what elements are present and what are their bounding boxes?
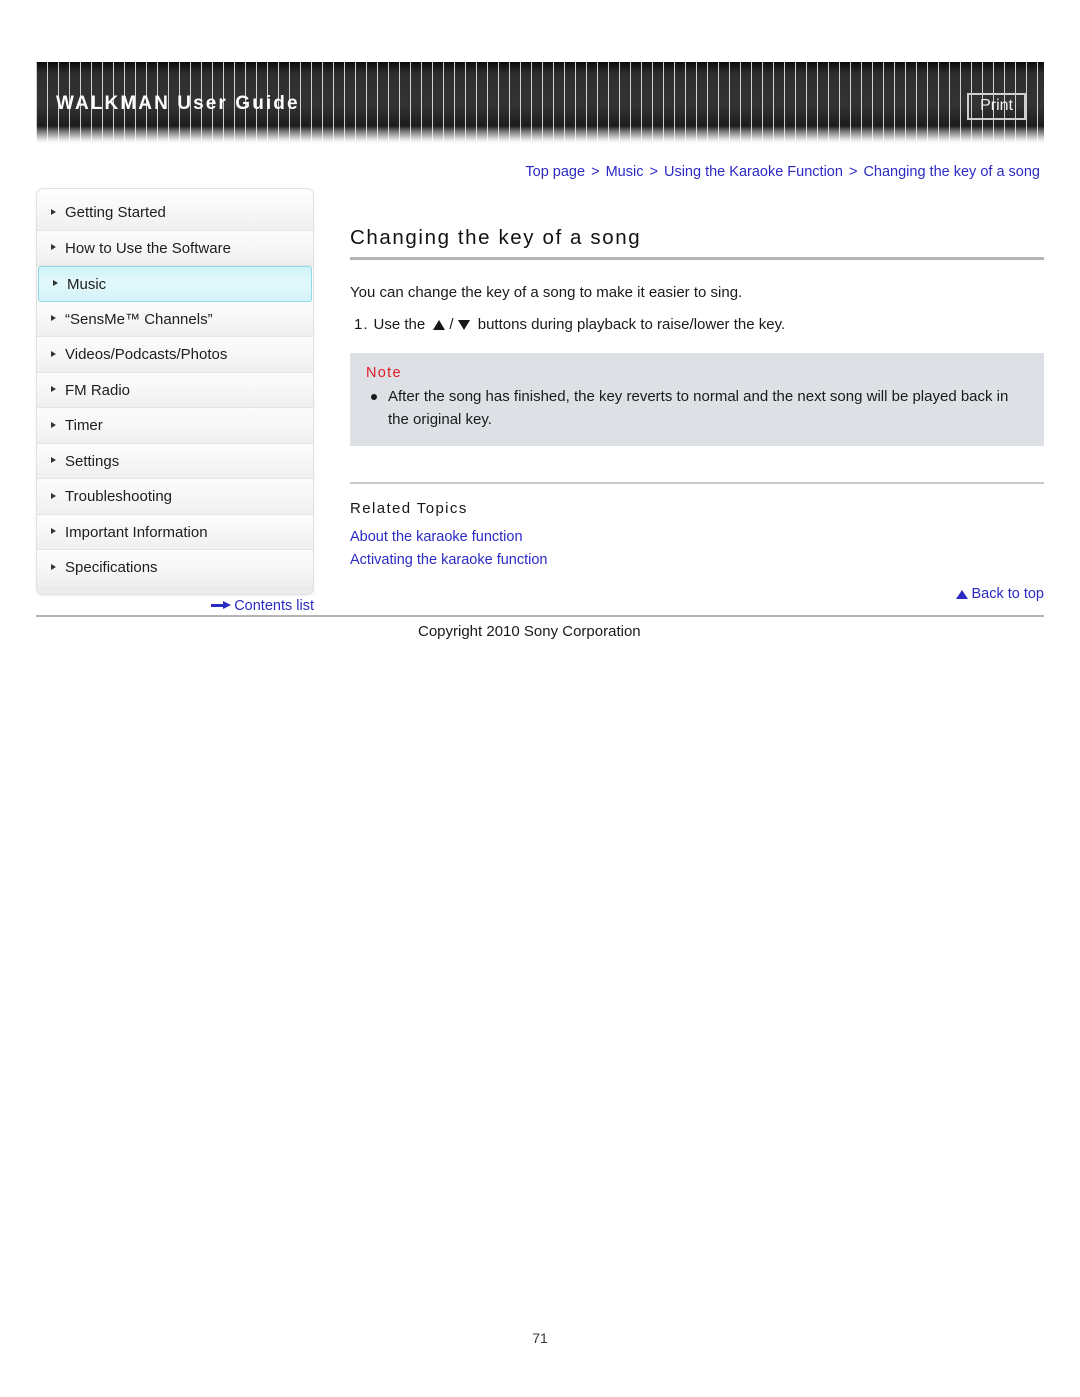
contents-list-label: Contents list — [234, 598, 314, 614]
triangle-right-icon — [51, 564, 56, 571]
triangle-right-icon — [51, 457, 56, 464]
related-link-about-karaoke[interactable]: About the karaoke function — [350, 529, 523, 545]
triangle-right-icon — [51, 528, 56, 535]
sidebar-item-specifications[interactable]: Specifications — [37, 550, 313, 586]
sidebar-item-label: FM Radio — [65, 381, 131, 399]
sidebar-item-label: Troubleshooting — [65, 488, 173, 505]
triangle-right-icon — [51, 350, 56, 357]
triangle-right-icon — [51, 244, 56, 251]
sidebar-item-fm-radio[interactable]: FM Radio — [37, 372, 313, 408]
sidebar-item-label: How to Use the Software — [65, 239, 231, 257]
title-divider — [350, 257, 1044, 260]
sidebar-item-label: Getting Started — [65, 204, 166, 221]
sidebar-item-label: Music — [67, 276, 107, 293]
breadcrumb-item-music[interactable]: Music — [606, 164, 644, 180]
breadcrumb-item-karaoke-function[interactable]: Using the Karaoke Function — [664, 164, 843, 180]
back-to-top-label: Back to top — [971, 586, 1044, 602]
sidebar-item-videos-podcasts-photos[interactable]: Videos/Podcasts/Photos — [37, 337, 313, 373]
sidebar-item-label: Specifications — [65, 559, 158, 576]
breadcrumb-separator: > — [848, 164, 858, 180]
step-text-before: Use the — [373, 316, 426, 333]
sidebar-item-label: Timer — [65, 417, 103, 434]
button-up-icon — [433, 320, 446, 330]
note-box: Note After the song has finished, the ke… — [350, 353, 1044, 446]
copyright-text: Copyright 2010 Sony Corporation — [418, 623, 641, 640]
triangle-right-icon — [53, 280, 58, 287]
related-link-activating-karaoke[interactable]: Activating the karaoke function — [350, 552, 547, 568]
breadcrumb-separator: > — [649, 164, 658, 180]
sidebar-nav: Getting Started How to Use the Software … — [36, 188, 314, 595]
triangle-up-icon — [956, 590, 969, 599]
contents-list-link[interactable]: Contents list — [36, 598, 314, 614]
note-item-text: After the song has finished, the key rev… — [388, 388, 1009, 428]
sidebar-item-sensme-channels[interactable]: “SensMe™ Channels” — [37, 301, 313, 337]
footer-divider — [36, 615, 1044, 617]
breadcrumb-item-current: Changing the key of a song — [863, 164, 1040, 180]
page-number: 71 — [532, 1330, 548, 1346]
sidebar-item-label: “SensMe™ Channels” — [65, 310, 213, 328]
page-title: Changing the key of a song — [350, 226, 642, 249]
sidebar-item-settings[interactable]: Settings — [37, 443, 313, 479]
triangle-right-icon — [51, 386, 56, 393]
note-list-item: After the song has finished, the key rev… — [366, 386, 1028, 431]
step-number: 1. — [354, 316, 369, 333]
arrow-right-icon — [211, 601, 232, 610]
breadcrumb-separator: > — [591, 164, 600, 180]
breadcrumb: Top page > Music > Using the Karaoke Fun… — [525, 164, 1040, 180]
sidebar-item-label: Important Information — [65, 523, 208, 541]
related-topics-heading: Related Topics — [350, 500, 468, 517]
app-title: WALKMAN User Guide — [56, 93, 300, 114]
header-banner: WALKMAN User Guide Print — [36, 62, 1044, 146]
triangle-right-icon — [51, 421, 56, 428]
sidebar-item-important-information[interactable]: Important Information — [37, 514, 313, 550]
triangle-right-icon — [51, 208, 56, 215]
bullet-dot-icon — [371, 394, 377, 400]
sidebar-item-how-to-use-the-software[interactable]: How to Use the Software — [37, 230, 313, 266]
sidebar-item-label: Settings — [65, 452, 120, 470]
sidebar-item-label: Videos/Podcasts/Photos — [65, 346, 228, 363]
sidebar-item-music[interactable]: Music — [38, 266, 312, 302]
sidebar-item-getting-started[interactable]: Getting Started — [37, 195, 313, 231]
step-slash: / — [449, 316, 454, 333]
step-text-after: buttons during playback to raise/lower t… — [477, 316, 786, 333]
triangle-right-icon — [51, 492, 56, 499]
breadcrumb-item-top-page[interactable]: Top page — [525, 164, 585, 180]
main-content: Changing the key of a song You can chang… — [350, 226, 1044, 602]
sidebar-item-timer[interactable]: Timer — [37, 408, 313, 444]
related-topics-divider — [350, 482, 1044, 484]
note-heading: Note — [366, 365, 402, 381]
intro-paragraph: You can change the key of a song to make… — [350, 284, 743, 301]
triangle-right-icon — [51, 315, 56, 322]
sidebar-item-troubleshooting[interactable]: Troubleshooting — [37, 479, 313, 515]
button-down-icon — [457, 320, 470, 330]
procedure-step-1: 1. Use the / buttons during playback to r… — [350, 316, 1044, 333]
back-to-top-link[interactable]: Back to top — [350, 586, 1044, 602]
print-button[interactable]: Print — [967, 93, 1026, 121]
